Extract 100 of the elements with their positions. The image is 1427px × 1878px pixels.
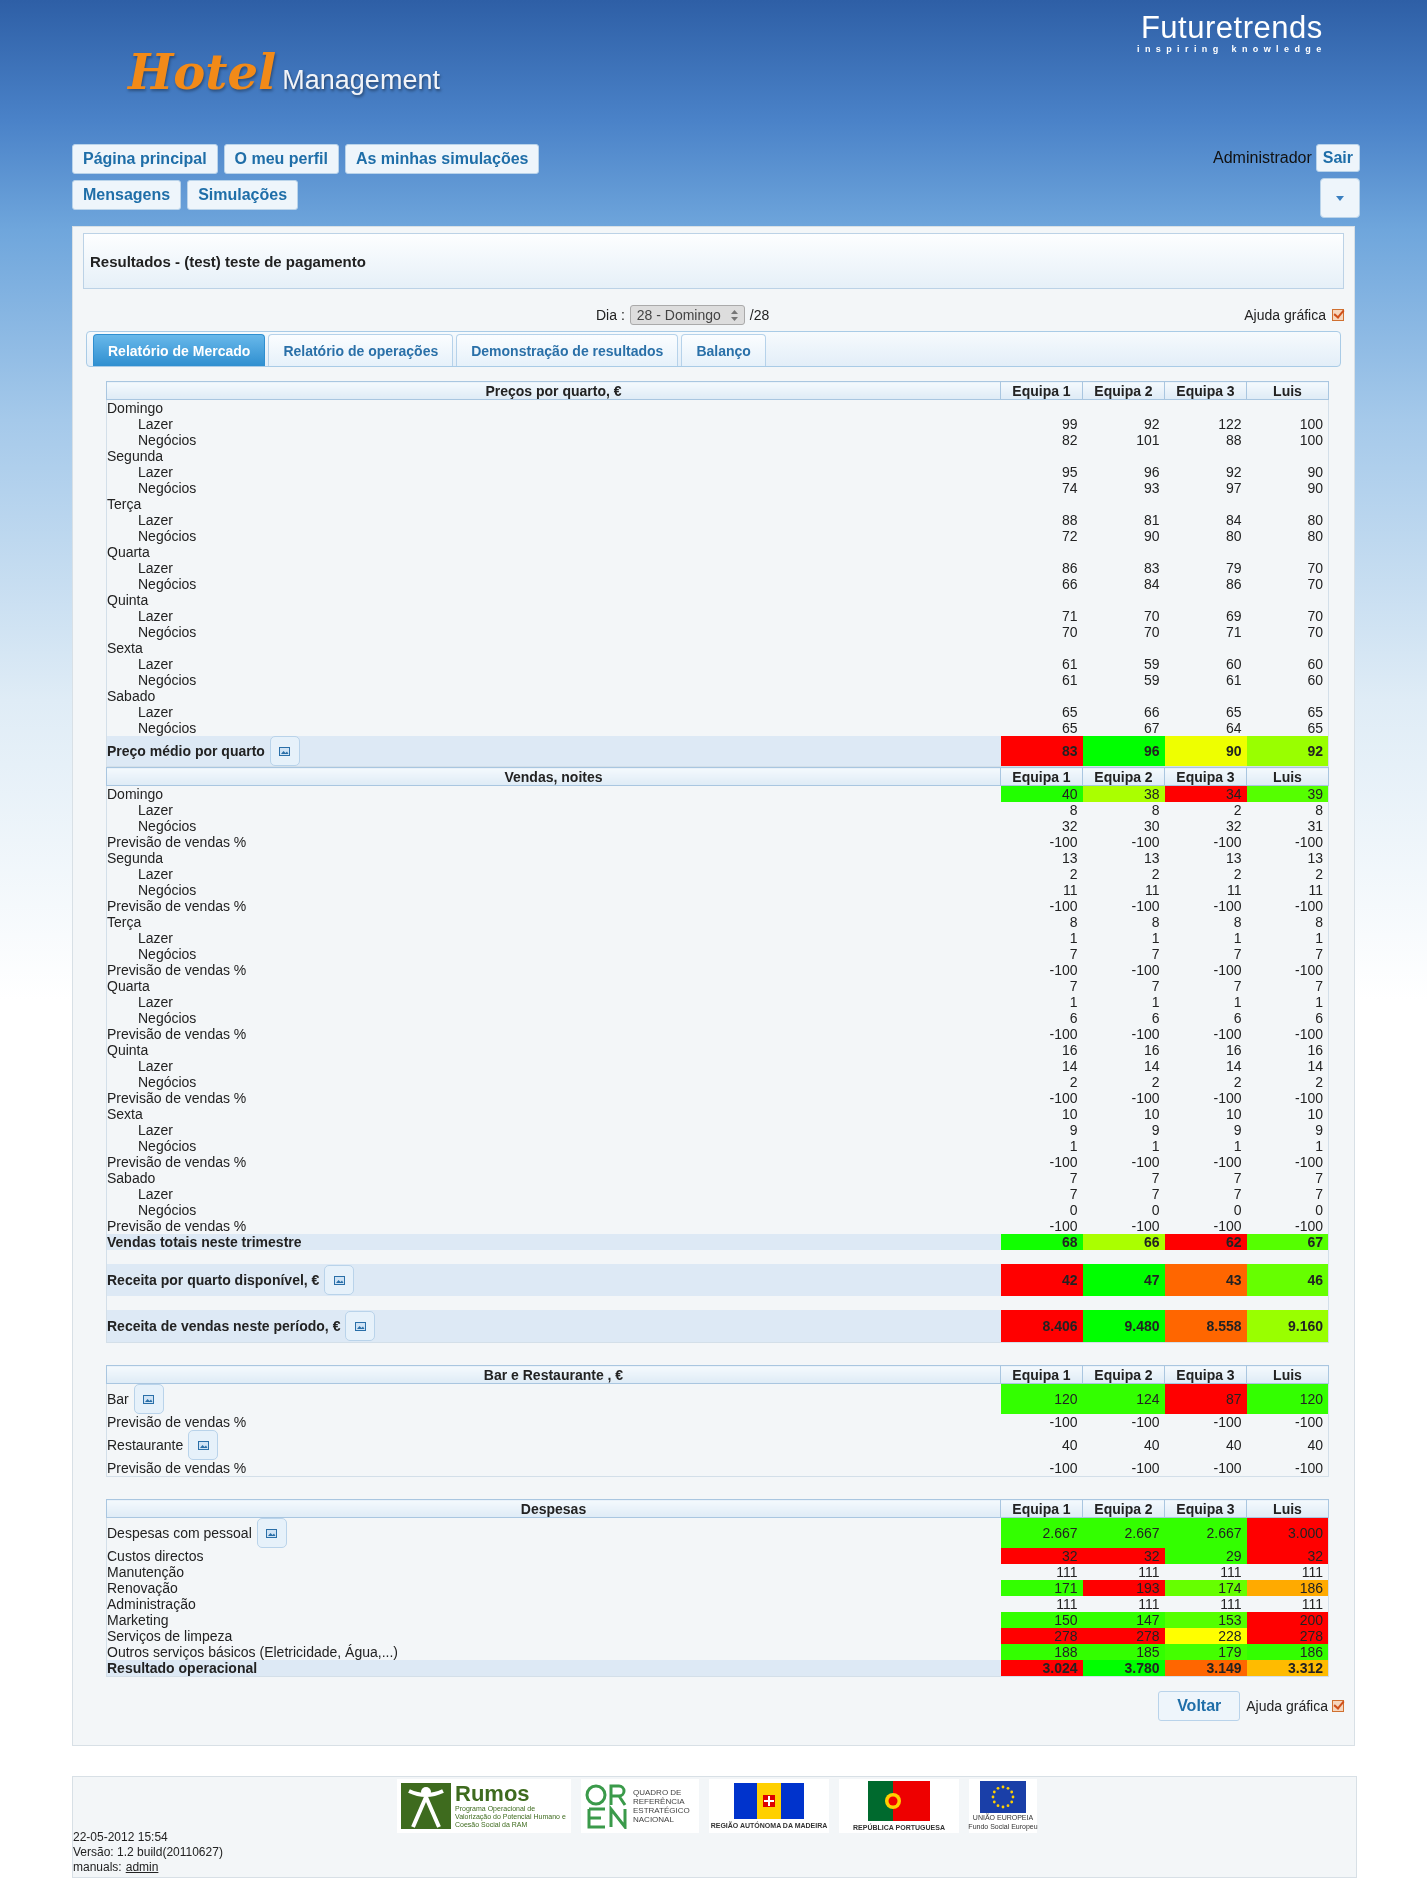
table-cell: 9 [1246,1122,1329,1138]
nav-button[interactable]: Página principal [72,144,218,174]
row-label: Despesas com pessoal [107,1525,252,1541]
table-cell-text: 8 [1068,914,1079,930]
table-cell-text: 61 [1060,656,1079,672]
table-cell-text: 9 [1150,1122,1161,1138]
row-label: Quarta [107,978,150,994]
table-cell: 3.780 [1082,1660,1165,1677]
table-cell-text: 2 [1068,1074,1079,1090]
table-cell: 90 [1246,464,1329,480]
tab[interactable]: Demonstração de resultados [456,334,679,366]
table-cell: 3.024 [1000,1660,1083,1677]
table-cell-text: 83 [1142,560,1161,576]
table-cell-text: 9 [1068,1122,1079,1138]
table-cell: 186 [1246,1580,1329,1596]
table-cell-text: 72 [1060,528,1079,544]
manuals-link[interactable]: admin [125,1860,159,1875]
help-checkbox[interactable] [1332,1700,1344,1712]
table-cell: -100 [1164,1218,1247,1234]
row-label: Serviços de limpeza [107,1628,233,1644]
help-checkbox[interactable] [1332,309,1344,321]
nav-button[interactable]: O meu perfil [223,144,339,174]
portugal-flag-icon [868,1781,930,1821]
column-header: Equipa 1 [1000,767,1083,786]
table-cell: 14 [1246,1058,1329,1074]
table-cell: -100 [1246,1026,1329,1042]
rumos-name: Rumos [455,1783,531,1805]
chart-button[interactable] [324,1265,355,1295]
table-cell: 46 [1246,1264,1329,1296]
table-cell: 67 [1246,1234,1329,1250]
row-label: Domingo [107,786,164,802]
page-title: Resultados - (test) teste de pagamento [90,252,366,270]
table-cell: 200 [1246,1612,1329,1628]
table-cell-text: 14 [1060,1058,1079,1074]
column-header: Preços por quarto, € [106,381,1001,400]
row-label: Negócios [137,1202,197,1218]
day-label: Dia : [596,307,625,323]
table-cell-text: 66 [1060,576,1079,592]
table-cell-text: 1 [1232,1138,1243,1154]
column-header: Luis [1246,1365,1329,1384]
tab[interactable]: Relatório de Mercado [93,334,266,366]
table-cell-text: -100 [1048,834,1079,850]
row-label: Lazer [137,930,174,946]
column-header: Vendas, noites [106,767,1001,786]
table-cell-text: 92 [1142,416,1161,432]
logout-button[interactable]: Sair [1315,144,1360,172]
chart-button[interactable] [133,1384,164,1414]
table-cell: -100 [1082,1414,1165,1430]
row-label: Lazer [137,656,174,672]
table-cell: 70 [1246,560,1329,576]
tab[interactable]: Relatório de operações [268,334,454,366]
table-cell-text: 70 [1142,624,1161,640]
table-cell: 100 [1246,416,1329,432]
nav-button[interactable]: Simulações [187,180,299,210]
table-cell-text: 7 [1232,946,1243,962]
tab[interactable]: Balanço [681,334,766,366]
table-cell-text: 10 [1224,1106,1243,1122]
table-cell-text: 88 [1060,512,1079,528]
row-label: Previsão de vendas % [107,1414,247,1430]
table-cell: 65 [1246,704,1329,720]
table-cell: 228 [1164,1628,1247,1644]
table-cell: 68 [1000,1234,1083,1250]
nav-button[interactable]: Mensagens [72,180,182,210]
day-select[interactable]: 28 - Domingo [629,305,745,325]
table-cell: 2.667 [1082,1517,1165,1548]
table-cell-text: 69 [1224,608,1243,624]
row-label: Lazer [137,1122,174,1138]
table-cell: 62 [1164,1234,1247,1250]
table-cell-text: 11 [1061,882,1079,898]
row-label: Negócios [137,818,197,834]
table-cell-text: 7 [1150,978,1161,994]
table-cell-text: 71 [1224,624,1243,640]
table-cell-text: 8 [1232,914,1243,930]
column-header: Equipa 2 [1082,381,1165,400]
row-label: Custos directos [107,1548,204,1564]
table-cell: 10 [1246,1106,1329,1122]
table-cell: 3.000 [1246,1517,1329,1548]
table-cell-text: -100 [1212,962,1243,978]
table-cell-text: 80 [1224,528,1243,544]
row-label: Previsão de vendas % [107,1026,247,1042]
chart-button[interactable] [345,1311,376,1341]
table-cell: 70 [1246,608,1329,624]
back-button[interactable]: Voltar [1158,1691,1241,1721]
table-cell-text: -100 [1048,1154,1079,1170]
nav-button[interactable]: As minhas simulações [344,144,540,174]
chart-button[interactable] [269,736,300,766]
table-cell-text: 1 [1232,994,1243,1010]
rumos-logo-icon [401,1783,451,1829]
table-cell: 111 [1246,1564,1329,1580]
table-cell: -100 [1000,1460,1083,1477]
qren-logo-icon [585,1783,629,1829]
chart-button[interactable] [188,1430,219,1460]
table-cell-text: 7 [1232,978,1243,994]
chart-button[interactable] [256,1518,287,1548]
table-cell-text: -100 [1212,898,1243,914]
row-label: Negócios [137,1074,197,1090]
table-cell: -100 [1000,1218,1083,1234]
table-cell-text: -100 [1048,962,1079,978]
column-header: Luis [1246,1499,1329,1518]
table-cell: 16 [1246,1042,1329,1058]
